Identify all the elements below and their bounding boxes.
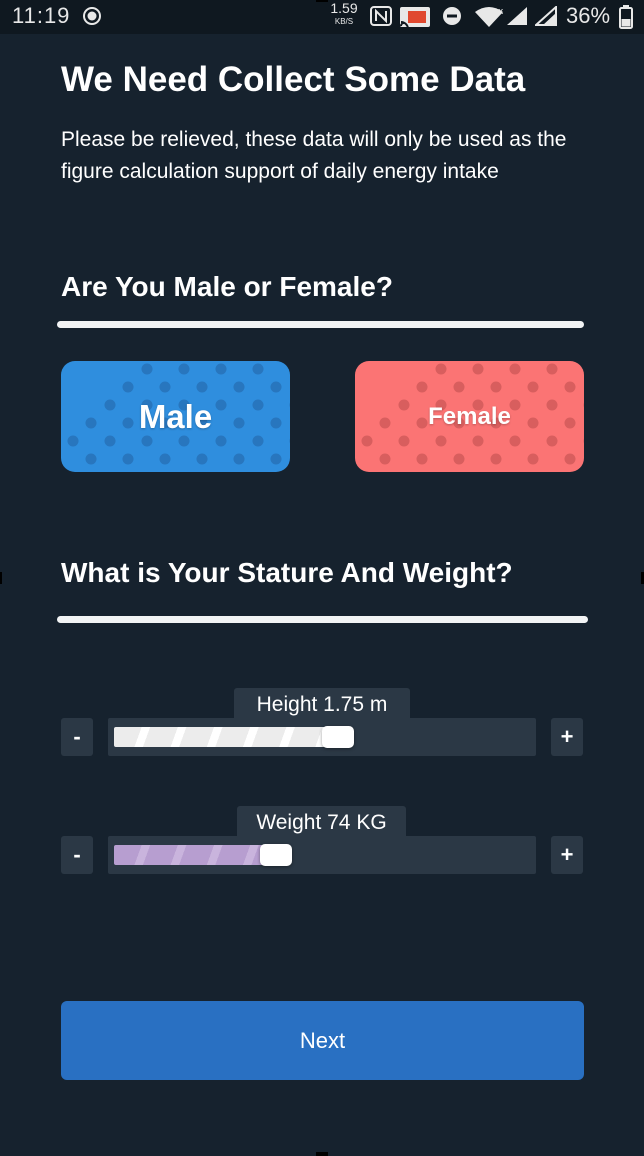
next-button[interactable]: Next [61,1001,584,1080]
gender-divider [57,321,584,328]
status-time: 11:19 [12,3,71,28]
gender-heading: Are You Male or Female? [61,271,393,302]
female-label: Female [428,402,511,430]
do-not-disturb-icon [442,6,462,26]
height-slider-fill [114,727,338,747]
page-subtitle: Please be relieved, these data will only… [61,128,567,183]
weight-decrement-button[interactable]: - [61,836,93,874]
stature-weight-heading: What is Your Stature And Weight? [61,557,513,588]
height-decrement-button[interactable]: - [61,718,93,756]
nfc-icon [370,6,392,26]
network-speed: 1.59 KB/S [330,0,358,27]
edge-marker [0,572,2,584]
wifi-icon: x [474,6,504,27]
signal-icon [506,6,528,26]
edge-marker [316,0,328,2]
weight-slider-thumb[interactable] [259,844,292,866]
height-slider-thumb[interactable] [322,726,354,748]
male-option-button[interactable]: Male [61,361,290,472]
onboarding-screen: 11:19 1.59 KB/S x 36% We Need Collect So… [0,0,644,1156]
battery-percent: 36% [566,3,611,28]
weight-increment-button[interactable]: + [551,836,583,874]
male-label: Male [138,397,213,435]
page-title: We Need Collect Some Data [61,60,526,99]
height-increment-button[interactable]: + [551,718,583,756]
weight-value-label: Weight 74 KG [237,806,406,838]
height-slider-track[interactable] [108,718,536,756]
stature-divider [57,616,588,623]
weight-slider-fill [114,845,276,865]
status-bar: 11:19 1.59 KB/S x 36% [0,0,644,34]
cast-icon [399,6,431,30]
svg-text:x: x [498,7,504,17]
battery-icon [619,5,633,29]
edge-marker [316,1152,328,1156]
height-value-label: Height 1.75 m [234,688,410,720]
record-icon [82,6,102,26]
signal-icon [533,4,557,26]
female-option-button[interactable]: Female [355,361,584,472]
weight-slider-track[interactable] [108,836,536,874]
